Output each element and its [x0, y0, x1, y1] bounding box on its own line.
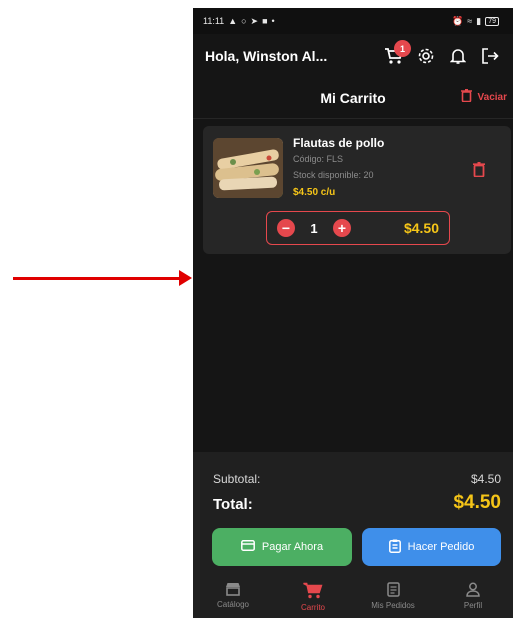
battery-icon: 79	[485, 16, 499, 26]
subtotal-label: Subtotal:	[213, 472, 261, 486]
product-unit-price: $4.50 c/u	[293, 187, 336, 198]
increase-quantity-button[interactable]: +	[333, 219, 351, 237]
bottom-navigation: Catálogo Carrito Mis Pedidos Perfil	[193, 582, 513, 618]
nav-item-perfil[interactable]: Perfil	[433, 582, 513, 618]
nav-label-perfil: Perfil	[463, 601, 483, 610]
cart-icon[interactable]: 1	[383, 40, 411, 67]
credit-card-icon	[240, 540, 255, 554]
store-icon	[225, 582, 241, 598]
place-order-button[interactable]: Hacer Pedido	[362, 528, 501, 566]
remove-item-button[interactable]	[473, 161, 485, 182]
gear-icon[interactable]	[415, 45, 437, 67]
whatsapp-icon: ○	[241, 16, 247, 26]
annotation-arrow-head	[179, 270, 192, 286]
cart-icon	[303, 582, 323, 601]
total-value: $4.50	[453, 492, 501, 513]
annotation-arrow	[13, 277, 183, 280]
cart-count-badge: 1	[394, 40, 411, 57]
quantity-value: 1	[310, 220, 318, 236]
status-time: 11:11	[203, 16, 225, 26]
plus-icon: +	[337, 220, 347, 236]
quantity-stepper: − 1 + $4.50	[266, 211, 450, 245]
phone-screen: 11:11 ▲ ○ ➤ ■ • ⏰ ≈ ▮ 79 Hola, Winston A…	[193, 8, 513, 618]
logout-icon[interactable]	[479, 45, 501, 67]
app-header: Hola, Winston Al... 1	[193, 34, 513, 78]
trash-icon	[460, 88, 472, 105]
order-summary: Subtotal: $4.50 Total: $4.50 Pagar Ahora…	[193, 452, 513, 618]
nav-item-carrito[interactable]: Carrito	[273, 582, 353, 618]
subtotal-value: $4.50	[470, 472, 501, 486]
clipboard-icon	[388, 539, 401, 556]
line-total: $4.50	[403, 220, 439, 236]
nav-item-mis-pedidos[interactable]: Mis Pedidos	[353, 582, 433, 618]
wifi-icon: ≈	[467, 16, 473, 26]
cart-title-bar: Mi Carrito Vaciar	[193, 80, 513, 116]
product-name: Flautas de pollo	[293, 136, 385, 150]
greeting-text: Hola, Winston Al...	[205, 48, 328, 64]
alarm-icon: ▲	[228, 16, 238, 26]
nav-item-catalogo[interactable]: Catálogo	[193, 582, 273, 618]
place-order-label: Hacer Pedido	[407, 541, 475, 553]
signal-icon: ▮	[476, 15, 482, 26]
trash-icon	[473, 161, 485, 181]
status-bar: 11:11 ▲ ○ ➤ ■ • ⏰ ≈ ▮ 79	[193, 8, 513, 34]
orders-icon	[386, 582, 400, 599]
page-title: Mi Carrito	[320, 90, 386, 106]
dot-icon: •	[271, 16, 275, 26]
product-image	[213, 138, 283, 198]
product-code: Código: FLS	[293, 154, 344, 164]
clock-icon: ⏰	[452, 15, 464, 26]
total-label: Total:	[213, 496, 253, 513]
nav-label-catalogo: Catálogo	[216, 600, 250, 609]
user-icon	[466, 582, 480, 599]
message-icon: ■	[262, 16, 268, 26]
product-stock: Stock disponible: 20	[293, 170, 374, 180]
send-icon: ➤	[250, 15, 259, 26]
clear-cart-button[interactable]: Vaciar	[460, 88, 507, 105]
clear-cart-label: Vaciar	[477, 91, 507, 103]
minus-icon: −	[281, 220, 291, 236]
cart-item-card: Flautas de pollo Código: FLS Stock dispo…	[203, 126, 511, 254]
pay-now-label: Pagar Ahora	[261, 541, 324, 553]
bell-icon[interactable]	[447, 45, 469, 67]
nav-label-carrito: Carrito	[300, 603, 325, 612]
decrease-quantity-button[interactable]: −	[277, 219, 295, 237]
header-divider	[193, 118, 513, 119]
nav-label-mis-pedidos: Mis Pedidos	[371, 601, 415, 610]
pay-now-button[interactable]: Pagar Ahora	[212, 528, 352, 566]
